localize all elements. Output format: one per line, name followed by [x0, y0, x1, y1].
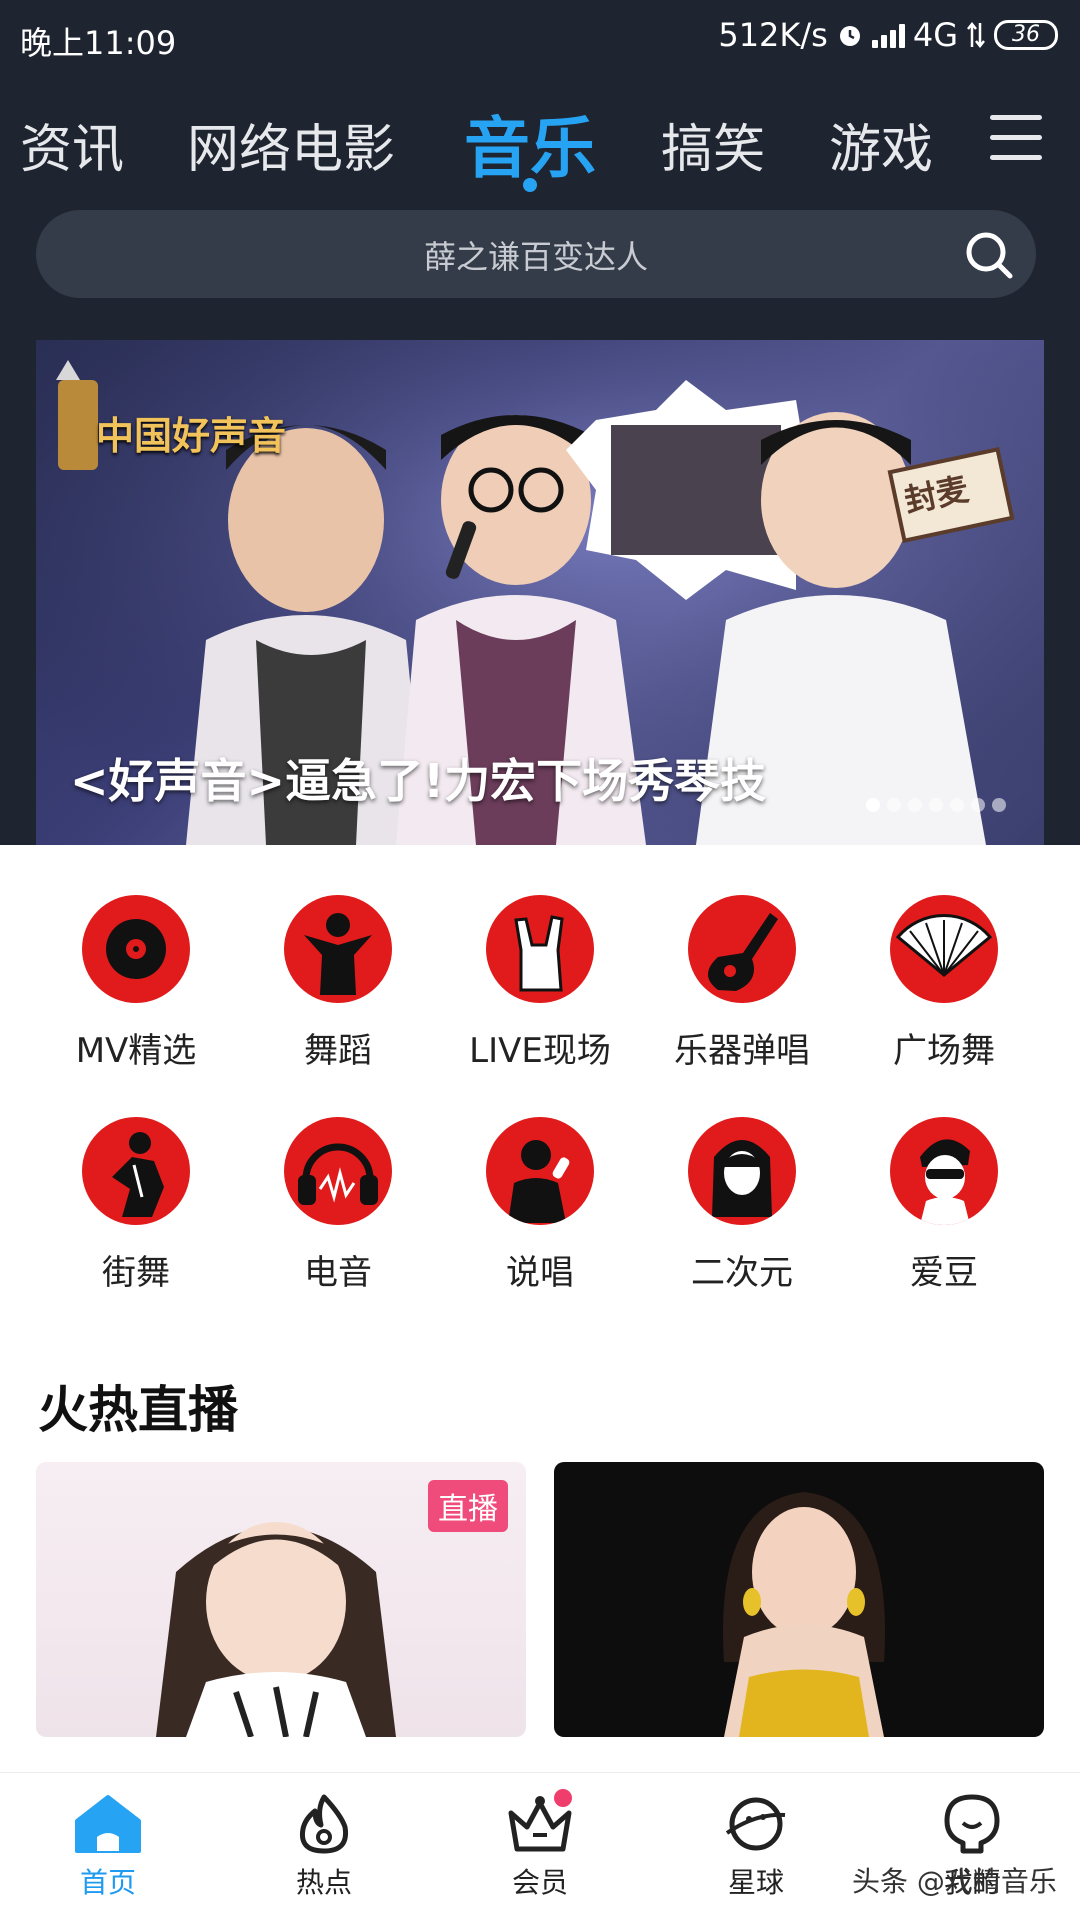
bottom-nav-label: 热点	[295, 1866, 352, 1899]
category-street-dance[interactable]: 街舞	[36, 1117, 236, 1294]
bottom-nav-planet[interactable]: 星球	[686, 1793, 826, 1901]
category-dance[interactable]: 舞蹈	[238, 895, 438, 1072]
alarm-icon	[839, 26, 860, 46]
bottom-nav-label: 首页	[79, 1866, 136, 1899]
category-live[interactable]: LIVE现场	[440, 895, 640, 1072]
data-transfer-icon	[967, 21, 985, 49]
category-label: 爱豆	[910, 1253, 978, 1293]
tab-news[interactable]: 资讯	[20, 107, 124, 182]
idol-icon	[890, 1117, 998, 1225]
bottom-nav-trending[interactable]: 热点	[254, 1793, 394, 1901]
banner-dot[interactable]	[908, 798, 922, 812]
network-speed: 512K/s	[718, 16, 828, 54]
category-instrument[interactable]: 乐器弹唱	[642, 895, 842, 1072]
bottom-nav-label: 星球	[727, 1866, 784, 1899]
search-bar[interactable]: 薛之谦百变达人	[36, 210, 1036, 298]
home-icon	[75, 1795, 141, 1853]
live-card[interactable]: 直播	[36, 1462, 526, 1737]
category-label: 二次元	[691, 1253, 793, 1293]
category-label: 广场舞	[893, 1031, 995, 1071]
dancer-icon	[284, 895, 392, 1003]
live-card-image	[723, 1492, 885, 1737]
banner-logo-text: 中国好声音	[96, 414, 287, 458]
live-badge: 直播	[428, 1480, 508, 1532]
tab-web-movies[interactable]: 网络电影	[187, 107, 395, 182]
anime-girl-icon	[688, 1117, 796, 1225]
banner-dot[interactable]	[887, 798, 901, 812]
search-icon[interactable]	[962, 228, 1016, 282]
guitar-icon	[688, 895, 796, 1003]
banner-caption: <好声音>逼急了!力宏下场秀琴技	[70, 754, 767, 808]
live-section-title: 火热直播	[38, 1381, 238, 1439]
category-square-dance[interactable]: 广场舞	[844, 895, 1044, 1072]
flame-icon	[299, 1794, 349, 1854]
banner-dot[interactable]	[992, 798, 1006, 812]
menu-icon[interactable]	[990, 115, 1042, 161]
category-label: 街舞	[102, 1253, 170, 1293]
status-time: 晚上11:09	[20, 24, 177, 62]
category-label: 舞蹈	[304, 1031, 372, 1071]
street-dancer-icon	[82, 1117, 190, 1225]
category-mv[interactable]: MV精选	[36, 895, 236, 1072]
category-rap[interactable]: 说唱	[440, 1117, 640, 1294]
tab-music[interactable]: 音乐	[464, 95, 596, 191]
bottom-nav-home[interactable]: 首页	[38, 1793, 178, 1901]
category-label: 电音	[304, 1253, 372, 1293]
folding-fan-icon	[890, 895, 998, 1003]
category-label: LIVE现场	[469, 1031, 611, 1071]
signal-icon	[871, 22, 905, 48]
watermark: 头条 @戏精音乐	[852, 1865, 1057, 1898]
category-label: 说唱	[506, 1253, 574, 1293]
tab-games[interactable]: 游戏	[829, 107, 933, 182]
headphones-icon	[284, 1117, 392, 1225]
banner-dot[interactable]	[929, 798, 943, 812]
rock-hand-icon	[486, 895, 594, 1003]
top-tabs: 资讯 网络电影 音乐 搞笑 游戏	[0, 95, 1080, 205]
banner-pagination[interactable]	[866, 798, 1006, 812]
category-electronic[interactable]: 电音	[238, 1117, 438, 1294]
vinyl-record-icon	[82, 895, 190, 1003]
profile-icon	[944, 1794, 1000, 1854]
bottom-nav-vip[interactable]: 会员	[470, 1789, 610, 1901]
active-tab-indicator	[523, 178, 537, 192]
tab-funny[interactable]: 搞笑	[661, 107, 765, 182]
bottom-nav-label: 会员	[511, 1866, 568, 1899]
banner-carousel[interactable]: 中国好声音 封麦 <好声音>逼急了!力宏下场秀琴技	[36, 340, 1044, 845]
category-label: MV精选	[75, 1031, 197, 1071]
status-right: 512K/s 4G 36	[718, 16, 1058, 54]
planet-icon	[725, 1797, 786, 1851]
category-idol[interactable]: 爱豆	[844, 1117, 1044, 1294]
notification-dot	[554, 1789, 572, 1807]
battery-icon: 36	[994, 20, 1058, 50]
live-card[interactable]	[554, 1462, 1044, 1737]
banner-dot[interactable]	[866, 798, 880, 812]
category-label: 乐器弹唱	[674, 1031, 810, 1071]
search-placeholder: 薛之谦百变达人	[423, 238, 648, 276]
status-bar: 晚上11:09 512K/s 4G 36	[0, 0, 1080, 74]
rapper-icon	[486, 1117, 594, 1225]
category-anime[interactable]: 二次元	[642, 1117, 842, 1294]
banner-dot[interactable]	[950, 798, 964, 812]
banner-dot[interactable]	[971, 798, 985, 812]
network-type: 4G	[912, 16, 958, 54]
header-area: 晚上11:09 512K/s 4G 36 资讯 网络电影 音乐 搞笑 游戏 薛之	[0, 0, 1080, 845]
